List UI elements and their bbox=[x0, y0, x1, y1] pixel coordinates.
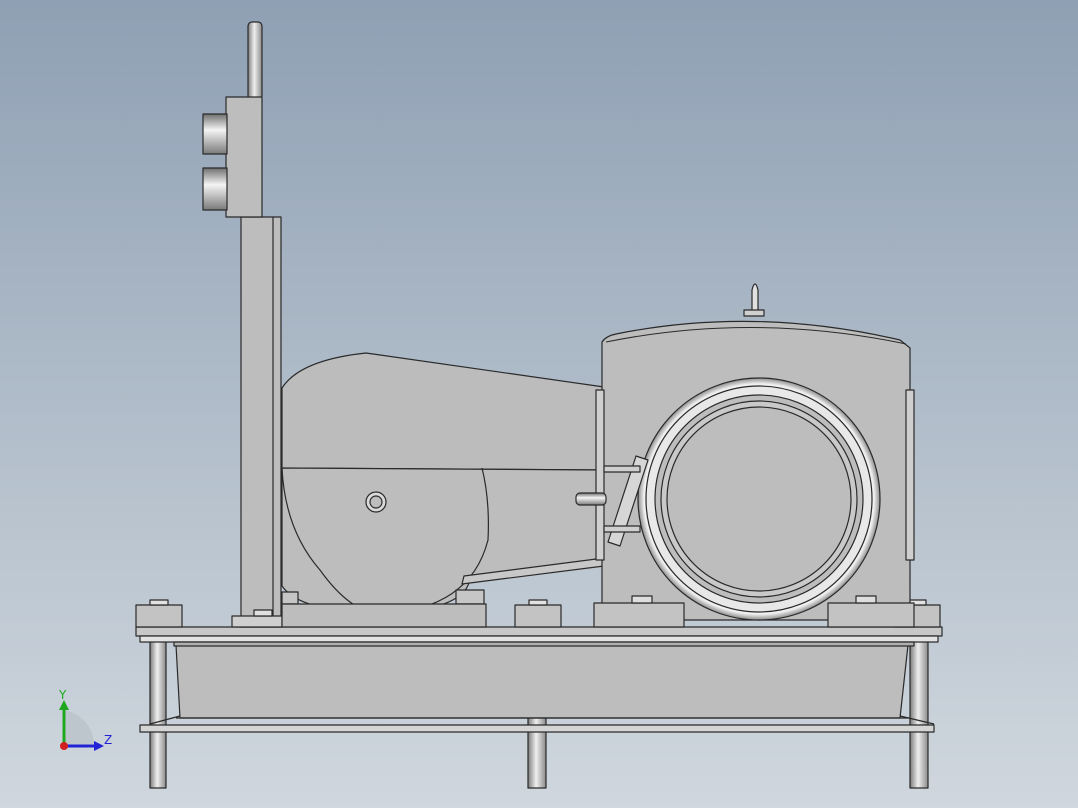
coordinate-triad[interactable]: Y Z bbox=[48, 682, 128, 762]
z-axis-label: Z bbox=[104, 733, 112, 747]
x-axis-origin bbox=[60, 742, 68, 750]
machine-assembly-side-view bbox=[135, 21, 943, 789]
lifting-eye bbox=[743, 283, 765, 317]
cad-viewport[interactable]: Y Z bbox=[0, 0, 1078, 808]
y-axis-label: Y bbox=[58, 688, 67, 702]
flywheel bbox=[637, 377, 881, 621]
base-plate bbox=[135, 626, 943, 647]
z-arrow-head bbox=[94, 741, 104, 751]
control-box bbox=[202, 96, 263, 218]
belt-guard bbox=[281, 352, 605, 615]
